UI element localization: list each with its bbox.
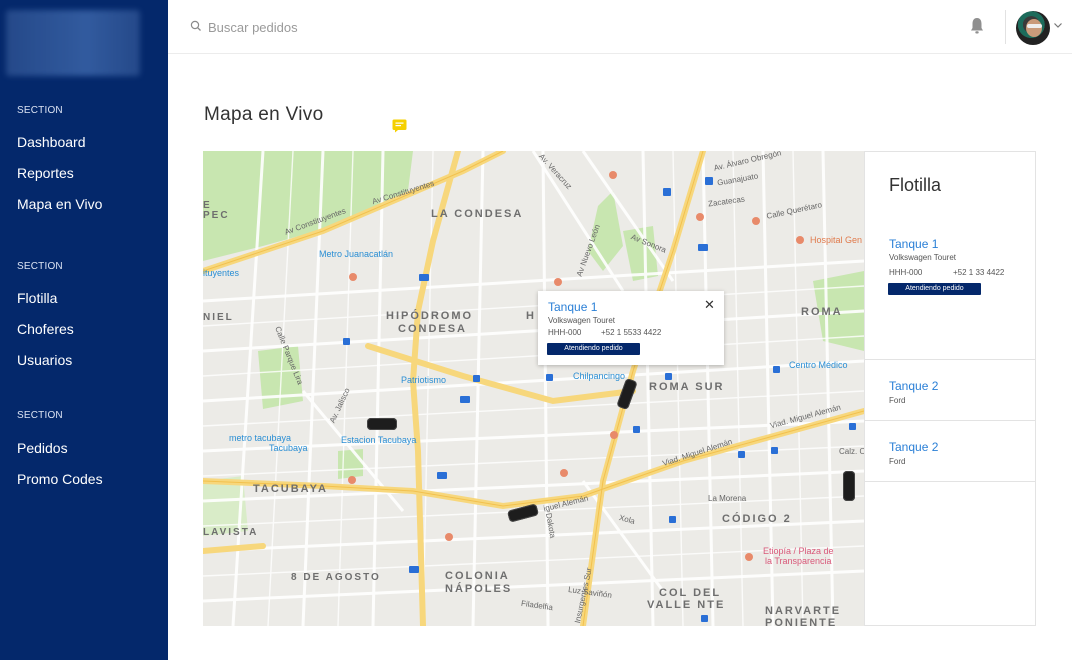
- fleet-item-name[interactable]: Tanque 1: [889, 237, 938, 251]
- place-metro-tacubaya: metro tacubaya: [229, 433, 292, 443]
- fleet-item-name[interactable]: Tanque 2: [889, 379, 938, 393]
- place-estacion-tacubaya: Estacion Tacubaya: [341, 435, 417, 445]
- top-bar: [168, 0, 1072, 54]
- fleet-item-plate: HHH-000: [889, 268, 923, 277]
- vehicle-popup: Tanque 1 Volkswagen Touret HHH-000 +52 1…: [538, 291, 724, 365]
- map-label-condesa: CONDESA: [398, 323, 468, 335]
- avatar-glasses: [1027, 24, 1042, 28]
- map-label-la-condesa: LA CONDESA: [431, 208, 524, 220]
- place-centro-medico: Centro Médico: [789, 360, 848, 370]
- map-label-codigo2: CÓDIGO 2: [722, 513, 792, 525]
- street-calz: Calz. O: [839, 447, 864, 456]
- chat-icon[interactable]: [392, 119, 407, 133]
- map-label-hipodromo: HIPÓDROMO: [386, 310, 474, 322]
- fleet-item-model: Volkswagen Touret: [889, 253, 957, 262]
- map-label-roma-sur: ROMA SUR: [649, 381, 725, 393]
- sidebar-section-title: SECTION: [17, 105, 63, 116]
- avatar-face: [1026, 19, 1042, 37]
- map-label-h: H: [526, 310, 536, 322]
- place-hospital: Hospital Gen: [810, 235, 863, 245]
- map-label-lavista: LAVISTA: [203, 527, 259, 538]
- sidebar-section-title: SECTION: [17, 261, 63, 272]
- map-label-tacubaya: TACUBAYA: [253, 483, 328, 495]
- fleet-item-model: Ford: [889, 457, 906, 466]
- fleet-item[interactable]: Tanque 1 Volkswagen Touret HHH-000 +52 1…: [865, 152, 1035, 360]
- place-patriotismo: Patriotismo: [401, 375, 447, 385]
- map-label-poniente: PONIENTE: [765, 617, 838, 626]
- fleet-item[interactable]: Tanque 2 Ford: [865, 421, 1035, 482]
- sidebar-section-title: SECTION: [17, 410, 63, 421]
- map-label-colonia: COLONIA: [445, 570, 510, 582]
- sidebar-item-pedidos[interactable]: Pedidos: [17, 440, 68, 456]
- sidebar-item-usuarios[interactable]: Usuarios: [17, 352, 72, 368]
- map-label-niel: NIEL: [203, 312, 234, 323]
- sidebar-item-dashboard[interactable]: Dashboard: [17, 134, 86, 150]
- sidebar-item-mapa-en-vivo[interactable]: Mapa en Vivo: [17, 196, 102, 212]
- vehicle-marker[interactable]: [843, 471, 855, 501]
- avatar[interactable]: [1016, 11, 1050, 45]
- chevron-down-icon[interactable]: [1053, 20, 1063, 30]
- header-divider: [1005, 10, 1006, 44]
- page-title: Mapa en Vivo: [204, 104, 324, 125]
- place-transparencia: la Transparencia: [765, 556, 832, 566]
- close-icon[interactable]: ✕: [704, 297, 715, 313]
- map-label-narvarte: NARVARTE: [765, 605, 842, 617]
- search-input[interactable]: [208, 16, 608, 38]
- logo: [6, 10, 140, 76]
- search-icon: [190, 20, 201, 31]
- popup-vehicle-plate: HHH-000: [548, 328, 582, 337]
- vehicle-marker[interactable]: [367, 418, 397, 430]
- fleet-item-phone: +52 1 33 4422: [953, 268, 1005, 277]
- fleet-item-name[interactable]: Tanque 2: [889, 440, 938, 454]
- popup-vehicle-name[interactable]: Tanque 1: [548, 300, 597, 314]
- map-label-8-de-agosto: 8 DE AGOSTO: [291, 572, 381, 583]
- map-label-valle-nte: VALLE NTE: [647, 599, 726, 611]
- popup-vehicle-phone: +52 1 5533 4422: [601, 328, 662, 337]
- fleet-item[interactable]: Tanque 2 Ford: [865, 360, 1035, 421]
- live-map[interactable]: LA CONDESA HIPÓDROMO CONDESA H ROMA SUR …: [203, 151, 864, 626]
- sidebar-item-promo-codes[interactable]: Promo Codes: [17, 471, 103, 487]
- fleet-panel: Flotilla Tanque 1 Volkswagen Touret HHH-…: [864, 151, 1036, 626]
- bell-icon[interactable]: [968, 16, 986, 36]
- place-constituyentes-metro: ituyentes: [203, 268, 240, 278]
- map-label-roma: ROMA: [801, 306, 843, 318]
- place-tacubaya: Tacubaya: [269, 443, 308, 453]
- place-metro-juanacatlan: Metro Juanacatlán: [319, 249, 394, 259]
- popup-status-badge: Atendiendo pedido: [547, 343, 640, 355]
- sidebar-item-choferes[interactable]: Choferes: [17, 321, 74, 337]
- sidebar-item-reportes[interactable]: Reportes: [17, 165, 74, 181]
- map-label-col-del: COL DEL: [659, 587, 722, 599]
- place-etiopia: Etiopía / Plaza de: [763, 546, 834, 556]
- street-la-morena: La Morena: [708, 494, 747, 503]
- sidebar: SECTION Dashboard Reportes Mapa en Vivo …: [0, 0, 168, 660]
- map-label-napoles: NÁPOLES: [445, 583, 513, 595]
- fleet-item-model: Ford: [889, 396, 906, 405]
- place-chilpancingo: Chilpancingo: [573, 371, 626, 381]
- fleet-item-status-badge: Atendiendo pedido: [888, 283, 981, 295]
- sidebar-item-flotilla[interactable]: Flotilla: [17, 290, 57, 306]
- map-label-pec: PEC: [203, 210, 230, 221]
- popup-vehicle-model: Volkswagen Touret: [548, 316, 616, 325]
